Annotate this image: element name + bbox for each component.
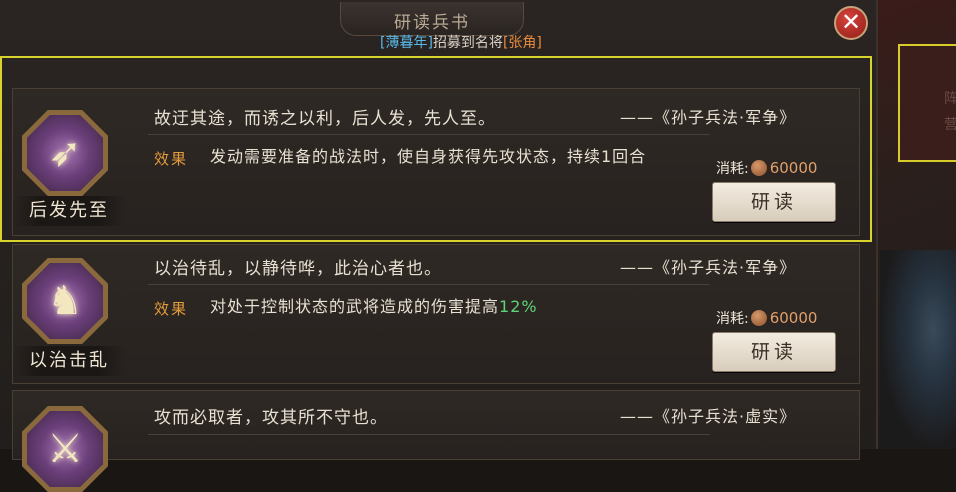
- quote-source: ——《孙子兵法·军争》: [620, 108, 797, 127]
- effect-label: 效果: [154, 150, 189, 168]
- arrow-swirl-icon: ➶: [48, 130, 82, 176]
- skill-emblem[interactable]: ➶: [22, 110, 108, 196]
- cost-value: 60000: [769, 309, 818, 327]
- page-title: 研读兵书: [394, 13, 470, 33]
- character-art: [880, 250, 956, 449]
- skill-emblem[interactable]: ♞: [22, 258, 108, 344]
- study-button[interactable]: 研读: [712, 182, 836, 222]
- effect-text-main: 对处于控制状态的武将造成的伤害提高: [210, 297, 500, 316]
- quote-source: ——《孙子兵法·虚实》: [620, 407, 797, 426]
- server-name: [薄暮年]: [380, 35, 433, 51]
- quote-source: ——《孙子兵法·军争》: [620, 258, 797, 277]
- skill-emblem[interactable]: ⚔: [22, 406, 108, 492]
- effect-text: 发动需要准备的战法时，使自身获得先攻状态，持续1回合: [210, 147, 647, 166]
- skill-quote: 攻而必取者，攻其所不守也。: [154, 408, 388, 428]
- recruit-notice: [薄暮年]招募到名将[张角]: [380, 32, 542, 52]
- skill-quote: 以治待乱，以静待哗，此治心者也。: [154, 259, 442, 279]
- coin-icon: [750, 160, 767, 176]
- cost-display: 消耗: 60000: [716, 308, 817, 328]
- effect-label: 效果: [154, 300, 189, 318]
- divider: [148, 434, 710, 435]
- side-panel-text: 阵营: [944, 91, 956, 133]
- recruit-text: 招募到名将: [432, 35, 503, 51]
- general-name: [张角]: [502, 35, 542, 51]
- cost-display: 消耗: 60000: [716, 158, 817, 178]
- effect-text: 对处于控制状态的武将造成的伤害提高12%: [210, 294, 686, 320]
- study-button[interactable]: 研读: [712, 332, 836, 372]
- skill-quote: 故迂其途，而诱之以利，后人发，先人至。: [154, 109, 496, 129]
- cost-label: 消耗:: [716, 311, 749, 327]
- effect-value: 12%: [499, 297, 538, 316]
- cost-label: 消耗:: [716, 161, 749, 177]
- skill-name: 后发先至: [12, 196, 126, 226]
- divider: [148, 284, 710, 285]
- sage-figure-icon: ♞: [47, 278, 83, 324]
- skill-name: 以治击乱: [12, 346, 126, 376]
- cost-value: 60000: [769, 159, 818, 177]
- coin-icon: [750, 310, 767, 326]
- sword-icon: ⚔: [47, 426, 83, 472]
- divider: [148, 134, 710, 135]
- close-button[interactable]: ✕: [834, 6, 868, 40]
